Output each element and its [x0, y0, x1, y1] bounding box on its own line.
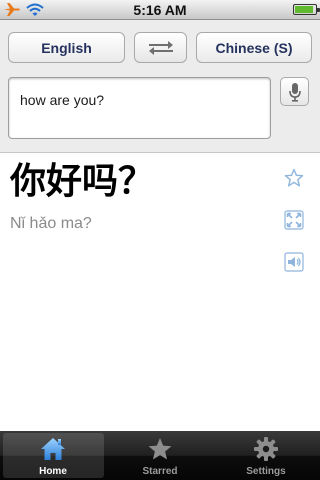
target-language-button[interactable]: Chinese (S)	[196, 32, 312, 63]
tab-bar: Home Starred Settings	[0, 431, 320, 480]
star-icon	[148, 438, 172, 460]
source-text-input[interactable]: how are you?	[8, 77, 271, 139]
swap-languages-button[interactable]	[134, 32, 187, 63]
home-icon	[41, 438, 65, 460]
tab-settings-label: Settings	[246, 466, 286, 477]
fullscreen-icon[interactable]	[284, 210, 304, 230]
translation-text: 你好吗？	[10, 161, 155, 202]
status-bar: 5:16 AM	[0, 0, 320, 20]
voice-input-button[interactable]	[280, 77, 309, 106]
swap-arrows-icon	[148, 40, 173, 55]
tab-starred[interactable]: Starred	[107, 431, 213, 480]
tab-home-label: Home	[39, 466, 67, 477]
status-time: 5:16 AM	[133, 2, 187, 18]
translator-panel: English Chinese (S) how are you?	[0, 20, 320, 153]
source-language-button[interactable]: English	[8, 32, 125, 63]
tab-starred-label: Starred	[142, 466, 178, 477]
romanization-text: Nǐ hǎo ma?	[10, 215, 92, 232]
battery-icon	[293, 4, 320, 15]
tab-settings[interactable]: Settings	[213, 431, 319, 480]
star-icon[interactable]	[284, 168, 304, 188]
speaker-icon[interactable]	[284, 252, 304, 272]
tab-home[interactable]: Home	[0, 431, 106, 480]
gear-icon	[254, 437, 278, 461]
microphone-icon	[288, 82, 301, 102]
